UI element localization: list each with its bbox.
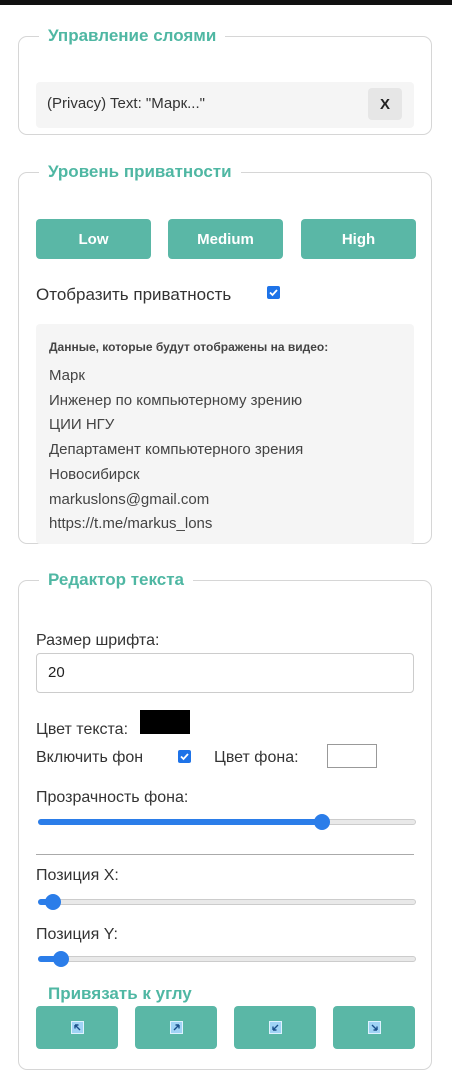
slider-track <box>38 956 416 962</box>
anchor-top-left-button[interactable] <box>36 1006 118 1049</box>
text-color-picker[interactable] <box>140 710 190 734</box>
divider <box>36 854 414 855</box>
privacy-medium-button[interactable]: Medium <box>168 219 283 259</box>
privacy-title: Уровень приватности <box>48 162 232 181</box>
slider-thumb[interactable] <box>53 951 69 967</box>
font-size-input[interactable]: 20 <box>36 653 414 693</box>
slider-thumb[interactable] <box>45 894 61 910</box>
remove-layer-button[interactable]: X <box>368 88 402 120</box>
privacy-panel: Уровень приватности Low Medium High Отоб… <box>18 162 432 544</box>
layer-item[interactable]: (Privacy) Text: "Марк..." X <box>36 82 414 128</box>
pos-x-label: Позиция X: <box>36 867 119 884</box>
text-color-label: Цвет текста: <box>36 721 129 738</box>
anchor-title: Привязать к углу <box>48 984 192 1003</box>
bg-opacity-slider[interactable] <box>38 814 416 830</box>
pos-x-slider[interactable] <box>38 894 416 910</box>
text-editor-panel: Редактор текста Размер шрифта: 20 Цвет т… <box>18 570 432 1070</box>
privacy-low-button[interactable]: Low <box>36 219 151 259</box>
checkmark-icon <box>269 289 278 297</box>
bg-enable-label: Включить фон <box>36 749 144 766</box>
anchor-bottom-right-button[interactable] <box>333 1006 415 1049</box>
top-right-arrow-icon <box>169 1021 183 1034</box>
show-privacy-checkbox[interactable] <box>267 286 280 299</box>
layers-panel: Управление слоями (Privacy) Text: "Марк.… <box>18 26 432 135</box>
preview-line: Департамент компьютерного зрения <box>49 441 304 459</box>
top-left-arrow-icon <box>70 1021 84 1034</box>
preview-line: https://t.me/markus_lons <box>49 515 213 533</box>
bg-enable-checkbox[interactable] <box>178 750 191 763</box>
pos-y-label: Позиция Y: <box>36 926 118 943</box>
anchor-top-right-button[interactable] <box>135 1006 217 1049</box>
anchor-bottom-left-button[interactable] <box>234 1006 316 1049</box>
slider-track <box>38 899 416 905</box>
slider-fill <box>38 819 322 825</box>
preview-line: Марк <box>49 367 85 384</box>
bg-color-picker[interactable] <box>327 744 377 768</box>
text-editor-title: Редактор текста <box>48 570 185 589</box>
bottom-right-arrow-icon <box>367 1021 381 1034</box>
preview-line: markuslons@gmail.com <box>49 490 210 508</box>
privacy-high-button[interactable]: High <box>301 219 416 259</box>
show-privacy-label: Отобразить приватность <box>36 285 232 304</box>
preview-line: ЦИИ НГУ <box>49 416 115 434</box>
bg-color-label: Цвет фона: <box>214 749 299 766</box>
pos-y-slider[interactable] <box>38 951 416 967</box>
bg-opacity-label: Прозрачность фона: <box>36 789 189 806</box>
slider-thumb[interactable] <box>314 814 330 830</box>
layers-title: Управление слоями <box>48 26 217 45</box>
preview-title: Данные, которые будут отображены на виде… <box>49 340 329 354</box>
checkmark-icon <box>180 753 189 761</box>
font-size-label: Размер шрифта: <box>36 632 160 649</box>
privacy-preview-box: Данные, которые будут отображены на виде… <box>36 324 414 544</box>
preview-line: Инженер по компьютерному зрению <box>49 391 303 409</box>
preview-line: Новосибирск <box>49 465 140 483</box>
preview-lines: Марк Инженер по компьютерному зрению ЦИИ… <box>49 364 303 537</box>
layer-item-label: (Privacy) Text: "Марк..." <box>47 95 205 112</box>
bottom-left-arrow-icon <box>268 1021 282 1034</box>
top-border <box>0 0 452 5</box>
